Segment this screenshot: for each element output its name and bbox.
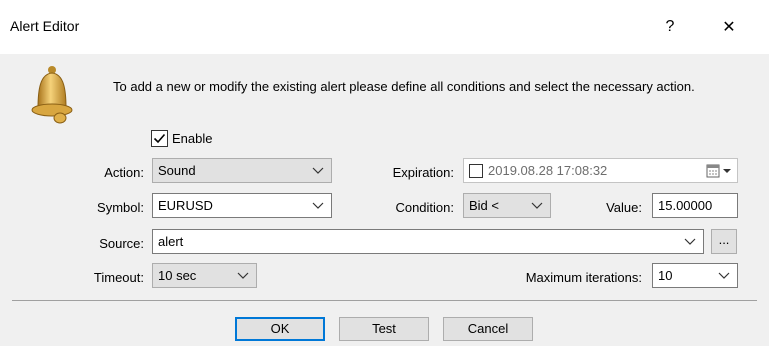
source-combobox[interactable]: alert	[152, 229, 704, 254]
source-value: alert	[158, 234, 184, 249]
max-iterations-combobox[interactable]: 10	[652, 263, 738, 288]
help-button[interactable]: ?	[653, 10, 687, 44]
calendar-dropdown-icon[interactable]	[706, 164, 734, 178]
expiration-checkbox[interactable]	[469, 164, 483, 178]
enable-label: Enable	[172, 131, 213, 146]
cancel-button[interactable]: Cancel	[443, 317, 533, 341]
condition-label: Condition:	[395, 200, 454, 215]
chevron-down-icon	[312, 202, 324, 209]
chevron-down-icon	[237, 272, 249, 279]
timeout-select[interactable]: 10 sec	[152, 263, 257, 288]
action-value: Sound	[158, 163, 196, 178]
value-input[interactable]: 15.00000	[652, 193, 738, 218]
action-label: Action:	[104, 165, 144, 180]
condition-select[interactable]: Bid <	[463, 193, 551, 218]
chevron-down-icon	[718, 272, 730, 279]
ok-button[interactable]: OK	[235, 317, 325, 341]
condition-value: Bid <	[469, 198, 499, 213]
dialog-body: To add a new or modify the existing aler…	[0, 54, 769, 346]
close-icon: ✕	[722, 19, 736, 36]
divider	[12, 300, 757, 301]
chevron-down-icon	[312, 167, 324, 174]
symbol-value: EURUSD	[158, 198, 213, 213]
test-button[interactable]: Test	[339, 317, 429, 341]
enable-checkbox[interactable]	[151, 130, 168, 147]
timeout-label: Timeout:	[93, 270, 144, 285]
bell-icon	[31, 66, 73, 124]
expiration-value: 2019.08.28 17:08:32	[488, 163, 608, 178]
expiration-label: Expiration:	[392, 165, 454, 180]
symbol-combobox[interactable]: EURUSD	[152, 193, 332, 218]
checkmark-icon	[153, 133, 166, 144]
window-title: Alert Editor	[10, 18, 80, 34]
symbol-label: Symbol:	[97, 200, 144, 215]
max-iterations-value: 10	[658, 268, 673, 283]
intro-text: To add a new or modify the existing aler…	[113, 79, 695, 94]
chevron-down-icon	[531, 202, 543, 209]
browse-label: ...	[718, 232, 730, 247]
value-text: 15.00000	[658, 198, 713, 213]
source-label: Source:	[99, 236, 144, 251]
help-icon: ?	[665, 18, 675, 35]
timeout-value: 10 sec	[158, 268, 197, 283]
action-select[interactable]: Sound	[152, 158, 332, 183]
title-bar: Alert Editor ? ✕	[0, 0, 769, 54]
browse-button[interactable]: ...	[711, 229, 737, 254]
close-button[interactable]: ✕	[712, 10, 746, 44]
chevron-down-icon	[684, 238, 696, 245]
max-iterations-label: Maximum iterations:	[525, 270, 642, 285]
value-label: Value:	[606, 200, 642, 215]
expiration-datetime: 2019.08.28 17:08:32	[463, 158, 738, 183]
